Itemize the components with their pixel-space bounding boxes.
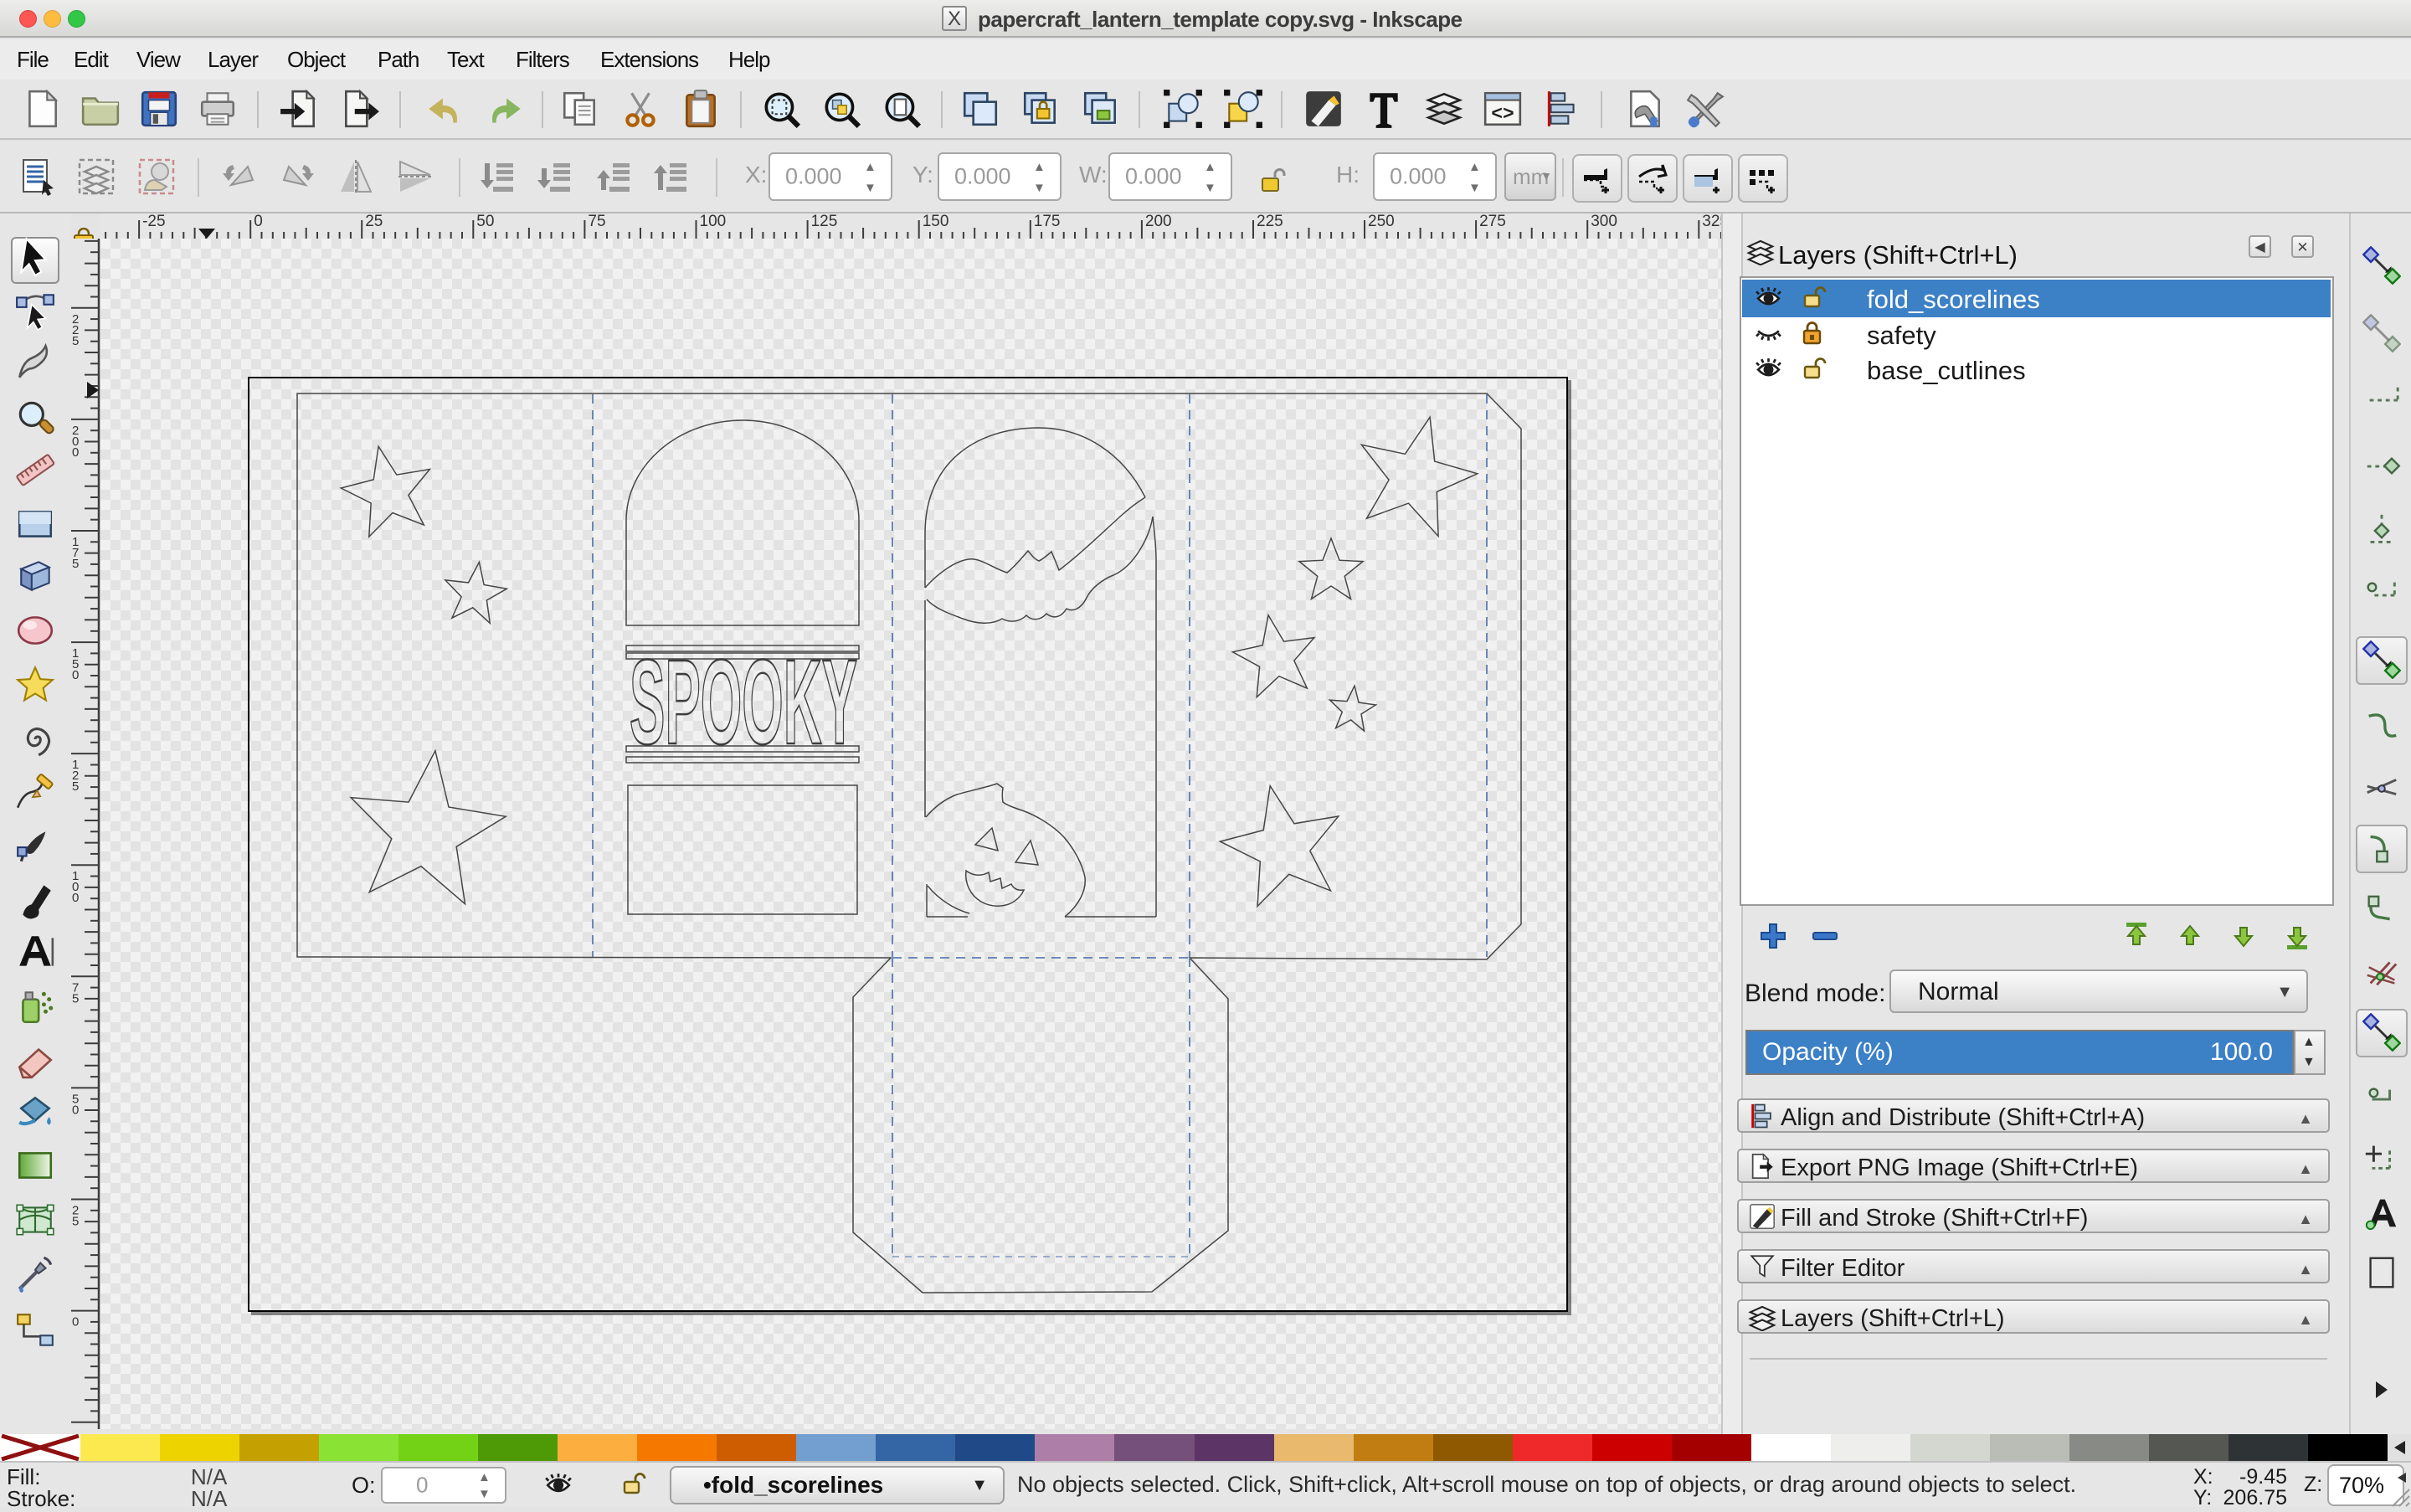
svg-text:0: 0 <box>72 1315 79 1329</box>
svg-text:-: - <box>72 1427 76 1429</box>
svg-text:0: 0 <box>72 891 79 905</box>
svg-text:250: 250 <box>1368 213 1395 230</box>
svg-text:150: 150 <box>923 213 949 230</box>
svg-text:200: 200 <box>1145 213 1172 230</box>
svg-text:0: 0 <box>72 1103 79 1117</box>
svg-text:5: 5 <box>72 779 79 794</box>
svg-text:5: 5 <box>72 334 79 348</box>
svg-text:325: 325 <box>1702 213 1721 230</box>
svg-text:5: 5 <box>72 557 79 571</box>
svg-text:0: 0 <box>72 668 79 682</box>
svg-text:275: 275 <box>1479 213 1506 230</box>
svg-text:300: 300 <box>1591 213 1617 230</box>
svg-text:50: 50 <box>476 213 494 230</box>
svg-text:0: 0 <box>72 445 79 460</box>
svg-text:5: 5 <box>72 1215 79 1229</box>
svg-text:75: 75 <box>588 213 605 230</box>
svg-text:125: 125 <box>811 213 838 230</box>
svg-text:225: 225 <box>1257 213 1283 230</box>
svg-text:0: 0 <box>254 213 263 230</box>
svg-text:25: 25 <box>365 213 383 230</box>
svg-text:100: 100 <box>700 213 727 230</box>
svg-text:5: 5 <box>72 991 79 1005</box>
svg-text:175: 175 <box>1034 213 1061 230</box>
svg-text:SPOOKY: SPOOKY <box>630 635 857 769</box>
svg-text:<>: <> <box>1491 104 1514 126</box>
svg-text:-25: -25 <box>142 213 165 230</box>
